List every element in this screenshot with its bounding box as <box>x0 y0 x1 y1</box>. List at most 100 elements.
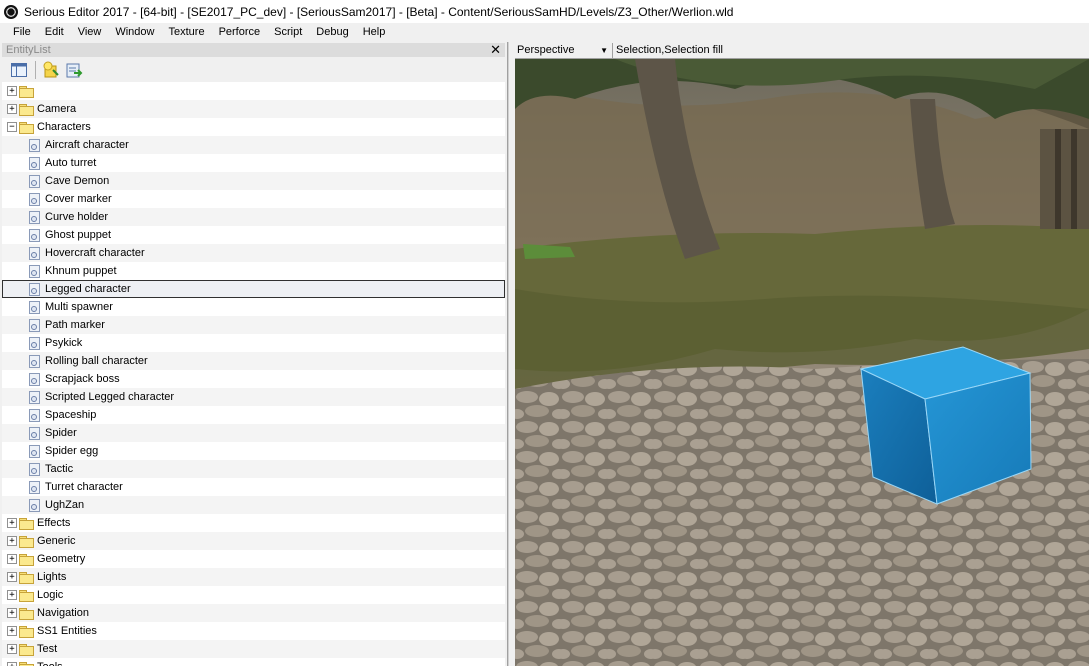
expand-icon[interactable]: + <box>7 518 17 528</box>
tree-folder-unnamed[interactable]: + <box>2 82 505 100</box>
tree-row-label: Rolling ball character <box>45 355 148 367</box>
folder-icon <box>19 517 34 530</box>
entity-class-icon <box>29 498 40 512</box>
expand-icon[interactable]: + <box>7 644 17 654</box>
tree-item-aircraft-character[interactable]: Aircraft character <box>2 136 505 154</box>
entity-class-icon <box>29 246 40 260</box>
collapse-icon[interactable]: − <box>7 122 17 132</box>
entity-list-title: EntityList <box>6 44 51 56</box>
tree-item-ghost-puppet[interactable]: Ghost puppet <box>2 226 505 244</box>
menu-view[interactable]: View <box>71 26 109 38</box>
tree-item-spider[interactable]: Spider <box>2 424 505 442</box>
3d-viewport[interactable] <box>515 59 1089 666</box>
tree-item-tactic[interactable]: Tactic <box>2 460 505 478</box>
expand-icon[interactable]: + <box>7 104 17 114</box>
menu-script[interactable]: Script <box>267 26 309 38</box>
entity-class-icon <box>29 282 40 296</box>
tree-folder-effects[interactable]: + Effects <box>2 514 505 532</box>
title-bar: Serious Editor 2017 - [64-bit] - [SE2017… <box>0 0 1089 23</box>
tree-folder-logic[interactable]: + Logic <box>2 586 505 604</box>
tree-row-label: Scripted Legged character <box>45 391 175 403</box>
tree-folder-geometry[interactable]: + Geometry <box>2 550 505 568</box>
toolbar-separator <box>35 61 36 79</box>
entity-class-icon <box>29 156 40 170</box>
tree-item-spider-egg[interactable]: Spider egg <box>2 442 505 460</box>
tree-folder-ss1-entities[interactable]: + SS1 Entities <box>2 622 505 640</box>
folder-icon <box>19 553 34 566</box>
folder-icon <box>19 607 34 620</box>
tree-row-label: Tools <box>37 661 63 666</box>
folder-icon <box>19 121 34 134</box>
tree-item-psykick[interactable]: Psykick <box>2 334 505 352</box>
expand-icon[interactable]: + <box>7 626 17 636</box>
tree-folder-lights[interactable]: + Lights <box>2 568 505 586</box>
expand-icon[interactable]: + <box>7 608 17 618</box>
add-entity-icon[interactable] <box>42 61 60 79</box>
expand-icon[interactable]: + <box>7 554 17 564</box>
tree-row-label: Aircraft character <box>45 139 129 151</box>
entity-list-toolbar <box>2 58 505 82</box>
tree-row-label: Tactic <box>45 463 74 475</box>
close-panel-button[interactable]: ✕ <box>490 43 501 57</box>
menu-texture[interactable]: Texture <box>161 26 211 38</box>
tree-item-legged-character[interactable]: Legged character <box>2 280 505 298</box>
tree-item-curve-holder[interactable]: Curve holder <box>2 208 505 226</box>
expand-icon[interactable]: + <box>7 536 17 546</box>
tree-folder-generic[interactable]: + Generic <box>2 532 505 550</box>
entity-class-icon <box>29 354 40 368</box>
tree-item-turret-character[interactable]: Turret character <box>2 478 505 496</box>
tree-row-label: Lights <box>37 571 67 583</box>
tree-row-label: UghZan <box>45 499 85 511</box>
tree-row-label: Effects <box>37 517 71 529</box>
folder-icon <box>19 589 34 602</box>
tree-item-cover-marker[interactable]: Cover marker <box>2 190 505 208</box>
view-mode-select[interactable]: Perspective ▼ <box>515 42 613 58</box>
menu-edit[interactable]: Edit <box>38 26 71 38</box>
tree-folder-tools[interactable]: + Tools <box>2 658 505 666</box>
tree-row-label: Generic <box>37 535 76 547</box>
panel-layout-icon[interactable] <box>10 61 28 79</box>
expand-icon[interactable]: + <box>7 572 17 582</box>
tree-item-auto-turret[interactable]: Auto turret <box>2 154 505 172</box>
tree-item-cave-demon[interactable]: Cave Demon <box>2 172 505 190</box>
export-icon[interactable] <box>65 61 83 79</box>
entity-class-icon <box>29 336 40 350</box>
tree-folder-characters[interactable]: − Characters <box>2 118 505 136</box>
menu-window[interactable]: Window <box>108 26 161 38</box>
menu-file[interactable]: File <box>6 26 38 38</box>
tree-item-spaceship[interactable]: Spaceship <box>2 406 505 424</box>
tree-item-khnum-puppet[interactable]: Khnum puppet <box>2 262 505 280</box>
tree-item-hovercraft-character[interactable]: Hovercraft character <box>2 244 505 262</box>
viewport-toolbar: Perspective ▼ Selection,Selection fill <box>515 42 1089 59</box>
tree-item-multi-spawner[interactable]: Multi spawner <box>2 298 505 316</box>
expand-icon[interactable]: + <box>7 662 17 666</box>
folder-icon <box>19 643 34 656</box>
entity-class-icon <box>29 138 40 152</box>
expand-icon[interactable]: + <box>7 590 17 600</box>
tree-folder-test[interactable]: + Test <box>2 640 505 658</box>
tree-row-label: Hovercraft character <box>45 247 145 259</box>
folder-icon <box>19 535 34 548</box>
selection-mode-label: Selection,Selection fill <box>616 44 724 56</box>
menu-perforce[interactable]: Perforce <box>212 26 268 38</box>
tree-row-label: Auto turret <box>45 157 97 169</box>
tree-folder-navigation[interactable]: + Navigation <box>2 604 505 622</box>
tree-row-label: Test <box>37 643 58 655</box>
entity-class-icon <box>29 444 40 458</box>
menu-help[interactable]: Help <box>356 26 393 38</box>
tree-item-rolling-ball-character[interactable]: Rolling ball character <box>2 352 505 370</box>
tree-row-label: Scrapjack boss <box>45 373 120 385</box>
tree-item-path-marker[interactable]: Path marker <box>2 316 505 334</box>
tree-item-scripted-legged-character[interactable]: Scripted Legged character <box>2 388 505 406</box>
tree-folder-camera[interactable]: + Camera <box>2 100 505 118</box>
folder-icon <box>19 625 34 638</box>
tree-item-scrapjack-boss[interactable]: Scrapjack boss <box>2 370 505 388</box>
entity-list-header: EntityList ✕ <box>2 43 505 57</box>
expand-icon[interactable]: + <box>7 86 17 96</box>
tree-row-label: Curve holder <box>45 211 108 223</box>
tree-item-ughzan[interactable]: UghZan <box>2 496 505 514</box>
entity-tree[interactable]: + + Camera − Characters Aircraft character Aut… <box>2 82 505 666</box>
menu-debug[interactable]: Debug <box>309 26 355 38</box>
folder-icon <box>19 571 34 584</box>
tree-row-label: Legged character <box>45 283 131 295</box>
